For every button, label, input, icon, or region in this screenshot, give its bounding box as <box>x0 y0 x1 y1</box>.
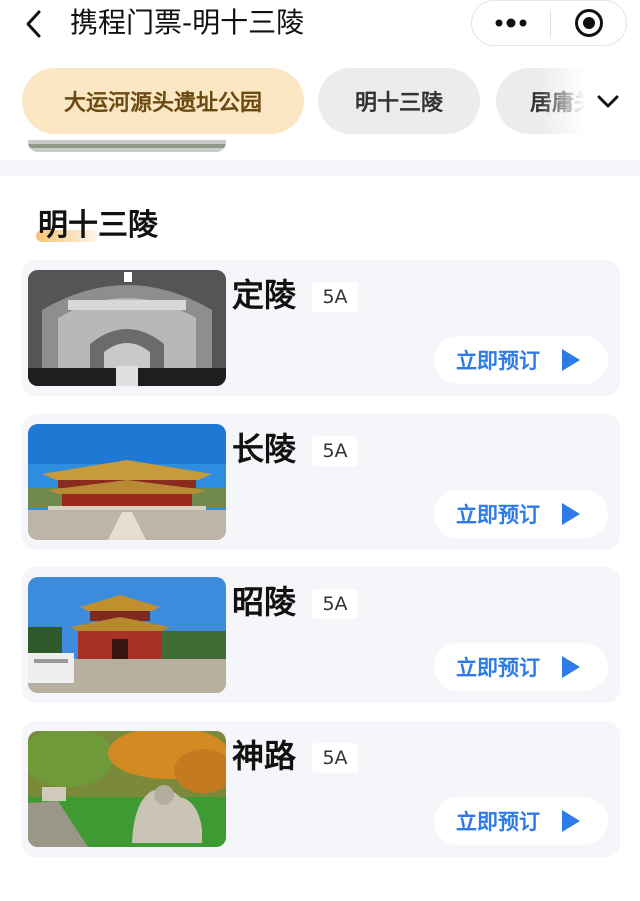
scenic-tabs: 大运河源头遗址公园 明十三陵 居庸关 <box>0 60 640 144</box>
play-arrow-icon <box>562 349 580 371</box>
nav-bar: 携程门票-明十三陵 <box>0 0 640 50</box>
mini-program-capsule <box>471 0 627 46</box>
section-header: 明十三陵 <box>36 206 158 246</box>
level-badge: 5A <box>312 436 358 466</box>
book-now-label: 立即预订 <box>456 349 540 373</box>
tab-canal-park[interactable]: 大运河源头遗址公园 <box>22 68 304 134</box>
expand-tabs-button[interactable] <box>586 82 630 122</box>
level-badge: 5A <box>312 282 358 312</box>
play-arrow-icon <box>562 810 580 832</box>
attraction-photo <box>28 731 226 847</box>
attraction-card[interactable]: 昭陵 5A 立即预订 <box>22 567 620 703</box>
chevron-down-icon <box>597 95 619 108</box>
level-badge: 5A <box>312 589 358 619</box>
attraction-name: 长陵 <box>232 430 297 468</box>
attraction-photo <box>28 577 226 693</box>
more-dots-icon <box>495 18 527 28</box>
attraction-photo <box>28 424 226 540</box>
attraction-card[interactable]: 长陵 5A 立即预订 <box>22 414 620 550</box>
tab-ming-tombs[interactable]: 明十三陵 <box>318 68 480 134</box>
previous-card-edge <box>28 140 226 152</box>
target-circle-icon <box>575 9 603 37</box>
section-title: 明十三陵 <box>38 208 158 243</box>
attraction-photo <box>28 270 226 386</box>
attraction-name: 昭陵 <box>232 583 297 621</box>
book-now-button[interactable]: 立即预订 <box>434 336 608 384</box>
play-arrow-icon <box>562 656 580 678</box>
play-arrow-icon <box>562 503 580 525</box>
book-now-label: 立即预订 <box>456 656 540 680</box>
attraction-card[interactable]: 神路 5A 立即预订 <box>22 721 620 857</box>
close-button[interactable] <box>551 1 627 45</box>
book-now-button[interactable]: 立即预订 <box>434 797 608 845</box>
book-now-label: 立即预订 <box>456 810 540 834</box>
book-now-button[interactable]: 立即预订 <box>434 643 608 691</box>
chevron-left-icon <box>26 10 41 38</box>
attraction-card[interactable]: 定陵 5A 立即预订 <box>22 260 620 396</box>
more-button[interactable] <box>472 1 550 45</box>
attraction-name: 定陵 <box>232 276 297 314</box>
back-button[interactable] <box>16 6 52 42</box>
page-title: 携程门票-明十三陵 <box>70 6 305 39</box>
attraction-name: 神路 <box>232 737 297 775</box>
level-badge: 5A <box>312 743 358 773</box>
section-divider <box>0 160 640 176</box>
book-now-button[interactable]: 立即预订 <box>434 490 608 538</box>
book-now-label: 立即预订 <box>456 503 540 527</box>
